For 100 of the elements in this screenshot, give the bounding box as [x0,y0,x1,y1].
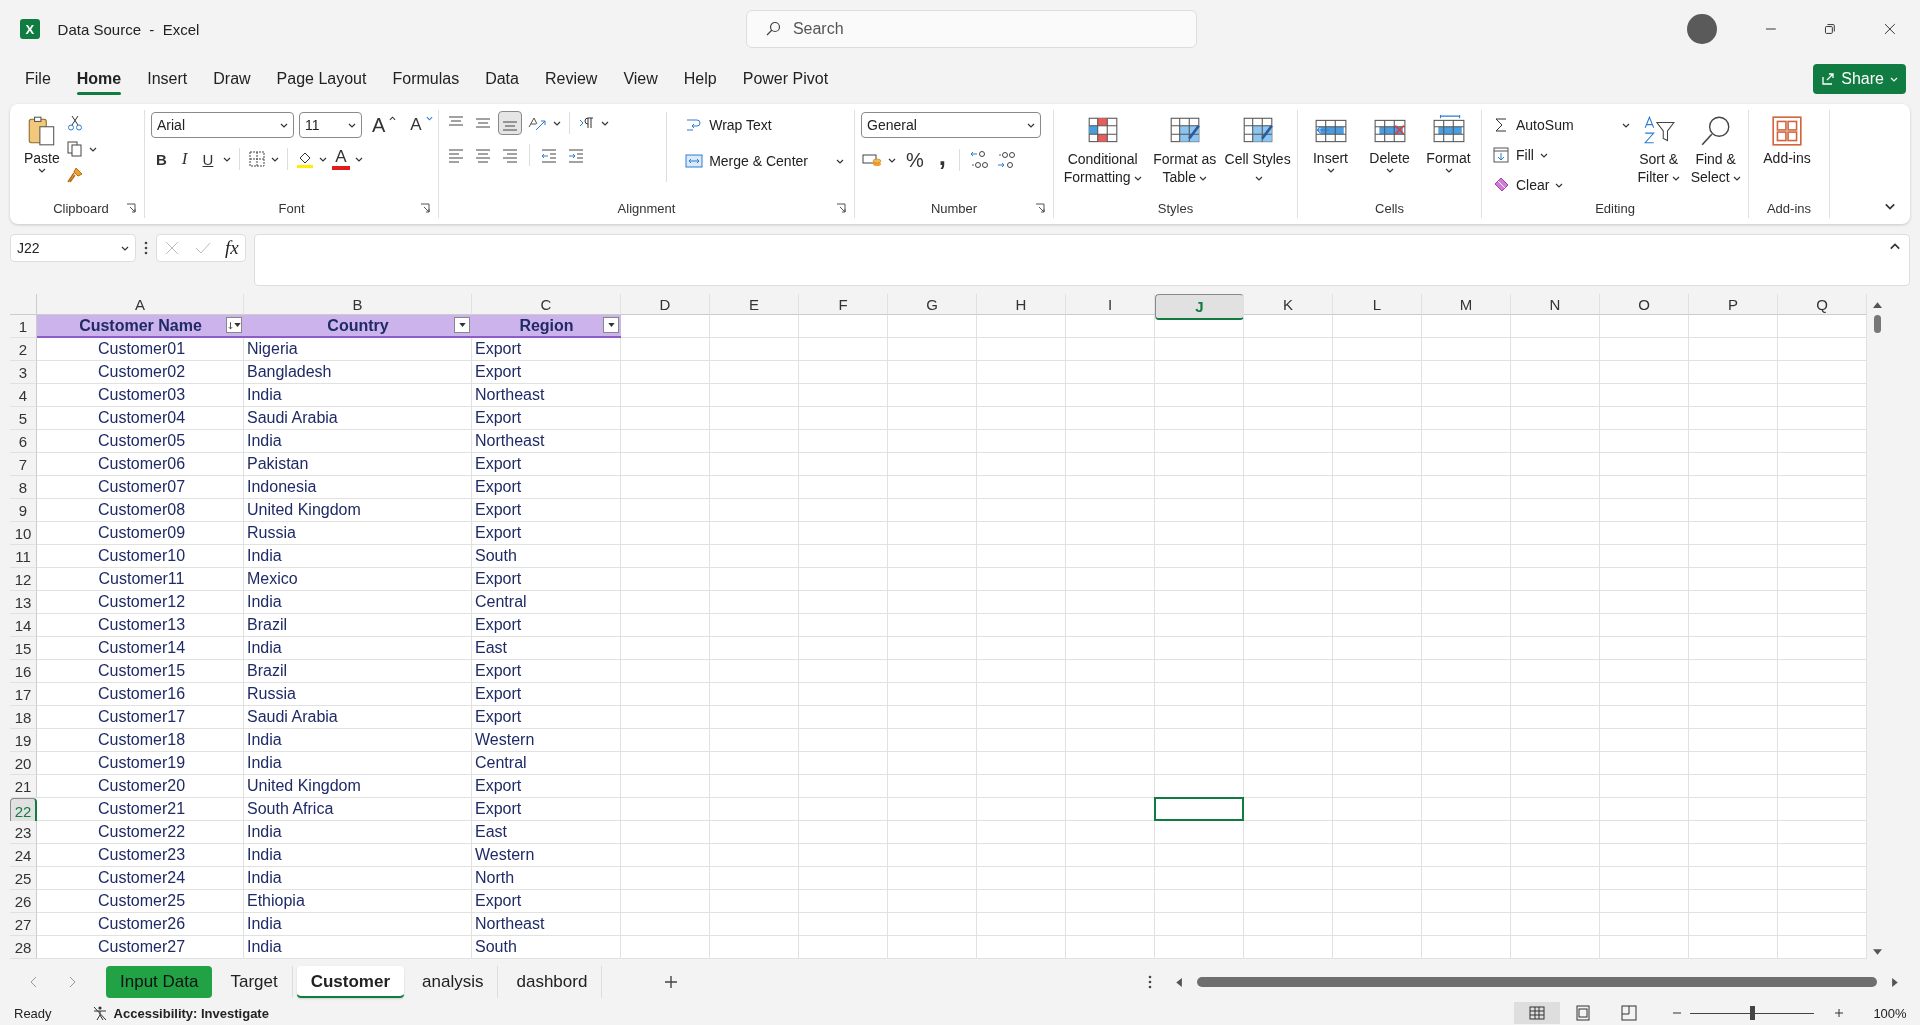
column-header[interactable]: I [1066,294,1155,315]
avatar[interactable] [1687,14,1717,44]
column-header[interactable]: E [710,294,799,315]
comma-style-button[interactable]: , [933,148,952,172]
column-header[interactable]: D [621,294,710,315]
row-header[interactable]: 1 [10,315,37,338]
name-box[interactable]: J22 [10,234,136,262]
row-header[interactable]: 13 [10,591,37,614]
active-cell[interactable] [1154,797,1244,821]
row-header[interactable]: 17 [10,683,37,706]
caret-icon[interactable] [888,157,896,163]
increase-decimal-icon[interactable] [968,149,991,171]
row-header[interactable]: 19 [10,729,37,752]
close-icon[interactable] [1884,23,1896,35]
add-ins-button[interactable]: Add-ins [1755,112,1819,168]
ribbon-tab[interactable]: Home [63,62,135,96]
row-header[interactable]: 3 [10,361,37,384]
sheet-tab[interactable]: Customer [296,966,405,998]
row-header[interactable]: 21 [10,775,37,798]
scroll-thumb[interactable] [1873,315,1881,333]
style-button[interactable]: Cell Styles [1224,112,1291,188]
ribbon-tab[interactable]: Data [472,62,532,96]
caret-icon[interactable] [319,156,328,162]
cells-button[interactable]: Format [1422,112,1475,175]
cut-icon[interactable] [65,114,84,132]
zoom-in-icon[interactable] [1834,1008,1844,1018]
scroll-left-icon[interactable] [1175,977,1182,987]
sheet-tab[interactable]: dashbord [502,966,603,998]
collapse-icon[interactable] [1889,243,1901,250]
fill-color-icon[interactable] [296,150,315,168]
sheet-tab[interactable]: analysis [408,966,499,998]
row-header[interactable]: 23 [10,821,37,844]
scroll-down-icon[interactable] [1872,949,1882,956]
caret-icon[interactable] [354,156,363,162]
sheet-tab[interactable]: Target [216,966,293,998]
caret-icon[interactable] [553,120,561,126]
percent-style-button[interactable]: % [901,148,929,172]
row-header[interactable]: 28 [10,936,37,959]
ribbon-tab[interactable]: View [610,62,671,96]
dialog-launcher-icon[interactable] [126,203,136,213]
bold-button[interactable]: B [151,150,172,168]
ribbon-tab[interactable]: File [12,62,64,96]
ribbon-tab[interactable]: Insert [134,62,201,96]
italic-button[interactable]: I [176,149,193,169]
more-icon[interactable] [1148,975,1152,989]
column-header[interactable]: N [1511,294,1600,315]
wrap-text-button[interactable]: Wrap Text [681,112,848,138]
row-header[interactable]: 2 [10,338,37,361]
add-sheet-icon[interactable] [664,975,679,989]
column-header[interactable]: P [1689,294,1778,315]
font-name-dropdown[interactable]: Arial [151,112,294,138]
ribbon-tab[interactable]: Help [670,62,730,96]
ribbon-tab[interactable]: Formulas [379,62,473,96]
row-header[interactable]: 22 [10,798,37,824]
row-header[interactable]: 15 [10,637,37,660]
sheet-tab[interactable]: Input Data [106,966,213,998]
normal-view-button[interactable] [1514,1002,1560,1024]
dialog-launcher-icon[interactable] [1035,203,1045,213]
sort-filter-button[interactable]: Sort & Filter [1634,112,1684,188]
underline-button[interactable]: U [197,150,219,168]
cells-button[interactable]: Insert [1304,112,1357,175]
find-select-button[interactable]: Find & Select [1689,112,1742,188]
accessibility-icon[interactable] [91,1005,108,1021]
column-header[interactable]: F [799,294,888,315]
scroll-thumb[interactable] [1197,977,1877,987]
next-sheet-icon[interactable] [68,976,76,988]
row-header[interactable]: 12 [10,568,37,591]
row-header[interactable]: 9 [10,499,37,522]
filter-button[interactable] [603,317,619,333]
more-icon[interactable] [144,241,148,255]
ribbon-tab[interactable]: Power Pivot [729,62,842,96]
caret-icon[interactable] [88,146,97,152]
copy-icon[interactable] [65,140,84,158]
number-format-dropdown[interactable]: General [861,112,1041,138]
row-header[interactable]: 16 [10,660,37,683]
column-header[interactable]: C [472,294,621,315]
row-header[interactable]: 8 [10,476,37,499]
scroll-right-icon[interactable] [1892,977,1899,987]
row-header[interactable]: 5 [10,407,37,430]
dialog-launcher-icon[interactable] [836,203,846,213]
cells-button[interactable]: Delete [1363,112,1416,175]
row-header[interactable]: 26 [10,890,37,913]
column-header[interactable]: H [977,294,1066,315]
row-header[interactable]: 10 [10,522,37,545]
share-button[interactable]: Share [1813,64,1906,94]
formula-input[interactable] [254,234,1910,286]
column-header[interactable]: B [244,294,472,315]
ribbon-tab[interactable]: Page Layout [263,62,380,96]
row-header[interactable]: 27 [10,913,37,936]
style-button[interactable]: Conditional Formatting [1060,112,1146,188]
row-header[interactable]: 24 [10,844,37,867]
fill-button[interactable]: Fill [1488,142,1628,168]
increase-font-size-button[interactable]: A [367,113,391,137]
decrease-decimal-icon[interactable] [995,149,1018,171]
borders-icon[interactable] [248,150,267,168]
column-header[interactable]: Q [1778,294,1867,315]
decrease-font-size-button[interactable]: A [405,115,427,135]
paste-button[interactable]: Paste [24,112,60,175]
row-header[interactable]: 14 [10,614,37,637]
scroll-up-icon[interactable] [1872,301,1882,308]
